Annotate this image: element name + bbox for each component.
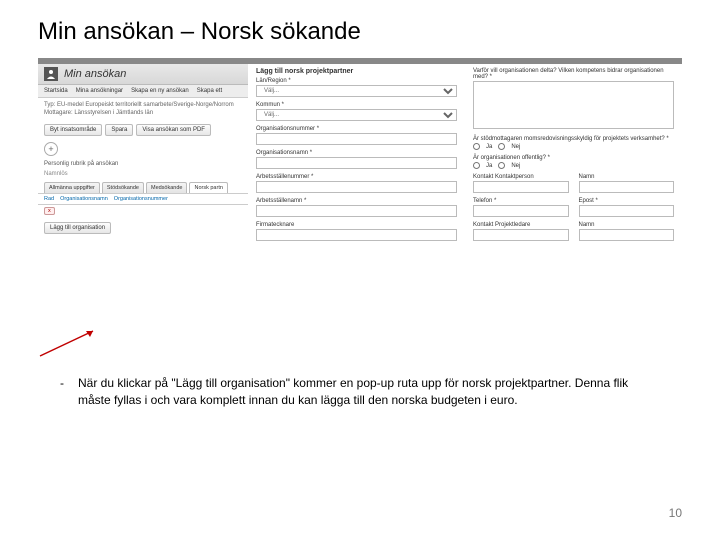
tab-norsk[interactable]: Norsk partn: [189, 182, 227, 193]
table-header: Rad Organisationsnamn Organisationsnumme…: [38, 193, 248, 205]
spara-button[interactable]: Spara: [105, 124, 133, 136]
app-name: Min ansökan: [64, 68, 126, 80]
orgnr-label: Organisationsnummer *: [256, 126, 457, 132]
popup-right-col: Varför vill organisationen delta? Vilken…: [465, 64, 682, 250]
offentlig-label: Är organisationen offentlig? *: [473, 155, 674, 161]
col-rad: Rad: [44, 196, 54, 202]
popup-title: Lägg till norsk projektpartner: [256, 68, 457, 75]
moms-nej-label: Nej: [511, 144, 520, 150]
off-ja-label: Ja: [486, 163, 492, 169]
add-icon[interactable]: +: [44, 142, 58, 156]
arbnamn-label: Arbetsställenamn *: [256, 198, 457, 204]
varfor-label: Varför vill organisationen delta? Vilken…: [473, 68, 674, 80]
namn2-input[interactable]: [579, 229, 675, 241]
tab-medsokande[interactable]: Medsökande: [146, 182, 188, 193]
page-number: 10: [669, 506, 682, 520]
off-nej-radio[interactable]: [498, 162, 505, 169]
tabs-row: Allmänna uppgifter Stödsökande Medsökand…: [38, 179, 248, 193]
pdf-button[interactable]: Visa ansökan som PDF: [136, 124, 211, 136]
meta-info: Typ: EU-medel Europeiskt territoriellt s…: [38, 98, 248, 121]
epost-label: Epost *: [579, 198, 675, 204]
off-nej-label: Nej: [511, 163, 520, 169]
firma-input[interactable]: [256, 229, 457, 241]
add-org-button[interactable]: Lägg till organisation: [44, 222, 111, 234]
kommun-select[interactable]: Välj...: [256, 109, 457, 121]
col-orgnr: Organisationsnummer: [114, 196, 168, 202]
arbnr-label: Arbetsställenummer *: [256, 174, 457, 180]
add-org-row: Lägg till organisation: [44, 222, 242, 234]
delete-row-icon[interactable]: x: [44, 207, 55, 215]
namn-label: Namn: [579, 174, 675, 180]
namnlos-value: Namnlös: [38, 169, 248, 179]
tab-allmanna[interactable]: Allmänna uppgifter: [44, 182, 100, 193]
kontakt-pl-input[interactable]: [473, 229, 569, 241]
orgnamn-label: Organisationsnamn *: [256, 150, 457, 156]
moms-ja-radio[interactable]: [473, 143, 480, 150]
popup-left-col: Lägg till norsk projektpartner Län/Regio…: [248, 64, 465, 250]
orgnr-input[interactable]: [256, 133, 457, 145]
arbnr-input[interactable]: [256, 181, 457, 193]
kontakt-pl-label: Kontakt Projektledare: [473, 222, 569, 228]
meta-typ: Typ: EU-medel Europeiskt territoriellt s…: [44, 101, 242, 109]
meta-mottagare: Mottagare: Länsstyrelsen i Jämtlands län: [44, 109, 242, 117]
tab-stodsokande[interactable]: Stödsökande: [102, 182, 144, 193]
app-left-pane: Min ansökan Startsida Mina ansökningar S…: [38, 64, 248, 250]
kontakt-kp-label: Kontakt Kontaktperson: [473, 174, 569, 180]
moms-label: Är stödmottagaren momsredovisningsskyldi…: [473, 136, 674, 142]
menu-bar: Startsida Mina ansökningar Skapa en ny a…: [38, 85, 248, 98]
telefon-input[interactable]: [473, 205, 569, 217]
bullet-text: När du klickar på "Lägg till organisatio…: [78, 375, 658, 409]
menu-nytt[interactable]: Skapa ett: [197, 88, 222, 94]
kommun-label: Kommun *: [256, 102, 457, 108]
telefon-label: Telefon *: [473, 198, 569, 204]
rubrik-label: Personlig rubrik på ansökan: [38, 159, 248, 169]
menu-mina[interactable]: Mina ansökningar: [76, 88, 123, 94]
app-logo-icon: [44, 67, 58, 81]
toolbar-row: Byt insatsområde Spara Visa ansökan som …: [38, 121, 248, 139]
firma-label: Firmatecknare: [256, 222, 457, 228]
menu-skapa[interactable]: Skapa en ny ansökan: [131, 88, 189, 94]
off-ja-radio[interactable]: [473, 162, 480, 169]
varfor-textarea[interactable]: [473, 81, 674, 129]
app-screenshot: Min ansökan Startsida Mina ansökningar S…: [38, 58, 682, 250]
orgnamn-input[interactable]: [256, 157, 457, 169]
menu-startsida[interactable]: Startsida: [44, 88, 68, 94]
slide-bullet: -När du klickar på "Lägg till organisati…: [60, 375, 670, 409]
namn-input[interactable]: [579, 181, 675, 193]
table-row: x: [38, 205, 248, 216]
namn2-label: Namn: [579, 222, 675, 228]
arbnamn-input[interactable]: [256, 205, 457, 217]
slide-title: Min ansökan – Norsk sökande: [38, 18, 682, 46]
moms-ja-label: Ja: [486, 144, 492, 150]
popup-dialog: Lägg till norsk projektpartner Län/Regio…: [248, 64, 682, 250]
byt-button[interactable]: Byt insatsområde: [44, 124, 102, 136]
epost-input[interactable]: [579, 205, 675, 217]
lan-label: Län/Region *: [256, 78, 457, 84]
annotation-arrow-icon: [38, 328, 98, 358]
moms-nej-radio[interactable]: [498, 143, 505, 150]
app-header: Min ansökan: [38, 64, 248, 85]
kontakt-kp-input[interactable]: [473, 181, 569, 193]
lan-select[interactable]: Välj...: [256, 85, 457, 97]
col-orgnamn: Organisationsnamn: [60, 196, 108, 202]
